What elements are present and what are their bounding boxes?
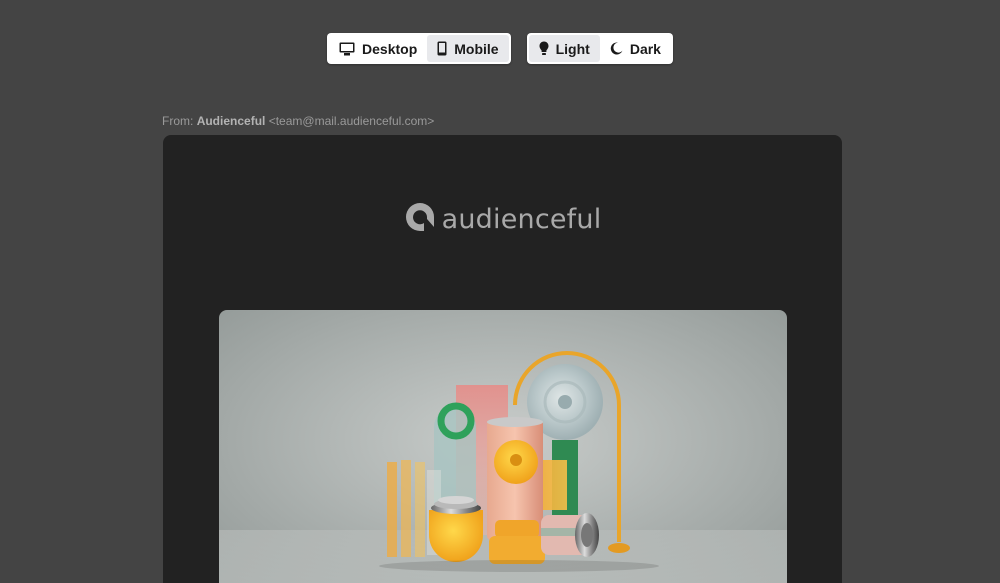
moon-icon [610,42,623,55]
desktop-label: Desktop [362,40,418,57]
logo-mark-icon [404,201,436,238]
theme-toggle: Light Dark [526,33,673,64]
view-mode-toggle: Desktop Mobile [327,33,511,64]
dark-label: Dark [629,40,661,57]
lightbulb-icon [539,41,549,56]
desktop-icon [339,42,355,56]
preview-toolbar: Desktop Mobile Light Dark [0,33,1000,64]
mobile-icon [437,41,447,56]
dark-button[interactable]: Dark [600,35,671,62]
light-label: Light [555,40,590,57]
sender-prefix: From: [162,114,194,128]
mobile-button[interactable]: Mobile [427,35,509,62]
email-preview: audienceful [163,135,842,583]
hero-image [219,310,787,583]
logo-text: audienceful [441,204,602,235]
mobile-label: Mobile [454,40,499,57]
light-button[interactable]: Light [528,35,600,62]
sender-line: From: Audienceful <team@mail.audienceful… [162,114,434,128]
desktop-button[interactable]: Desktop [329,35,427,62]
sender-address: <team@mail.audienceful.com> [268,114,435,128]
sender-name: Audienceful [196,114,266,128]
brand-logo: audienceful [163,201,842,238]
